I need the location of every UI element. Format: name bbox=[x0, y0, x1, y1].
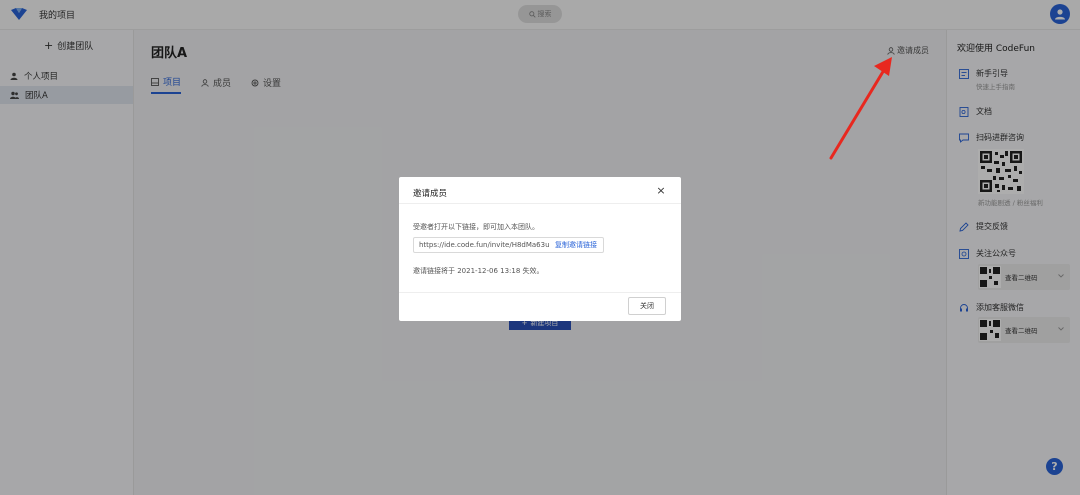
dialog-description: 受邀者打开以下链接，即可加入本团队。 bbox=[413, 223, 539, 231]
expire-note: 邀请链接将于 2021-12-06 13:18 失效。 bbox=[413, 267, 544, 275]
invite-link-text[interactable]: https://ide.code.fun/invite/H8dMa63u bbox=[414, 241, 555, 249]
divider bbox=[399, 292, 681, 293]
dialog-title: 邀请成员 bbox=[413, 189, 448, 199]
close-button[interactable]: 关闭 bbox=[628, 297, 666, 315]
invite-link-field[interactable]: https://ide.code.fun/invite/H8dMa63u 复制邀… bbox=[413, 237, 604, 253]
invite-member-dialog: 邀请成员 × 受邀者打开以下链接，即可加入本团队。 https://ide.co… bbox=[399, 177, 681, 321]
close-icon[interactable]: × bbox=[656, 185, 666, 196]
copy-link-button[interactable]: 复制邀请链接 bbox=[555, 240, 603, 250]
divider bbox=[399, 203, 681, 204]
